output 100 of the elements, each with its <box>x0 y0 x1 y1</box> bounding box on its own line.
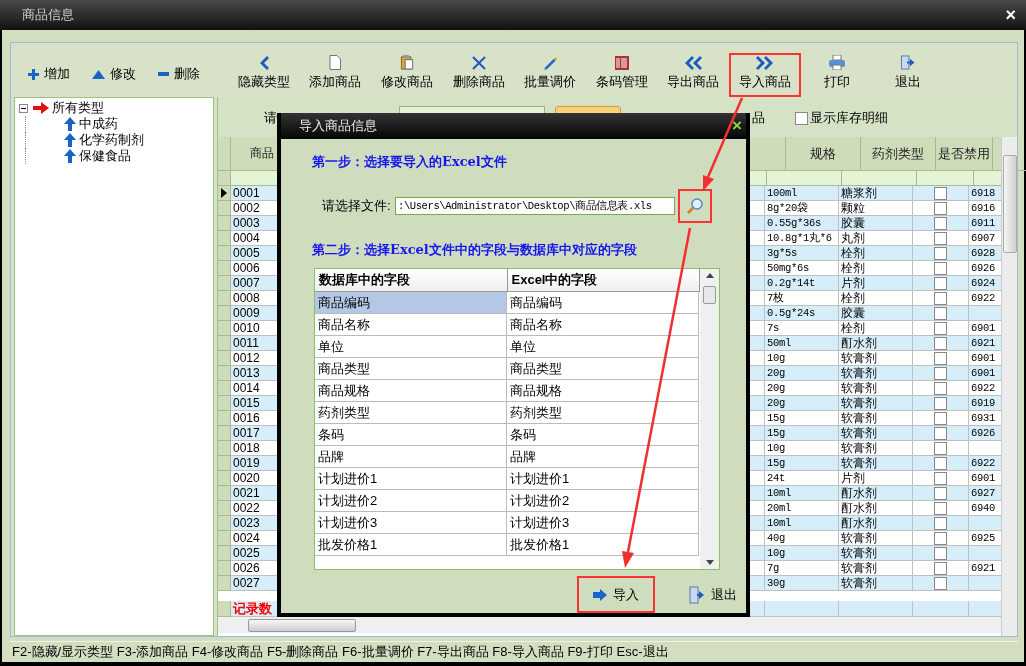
minus-icon <box>158 72 169 76</box>
record-count-label: 记录数 <box>233 601 272 616</box>
field-label: 请选择文件: <box>322 197 392 215</box>
exit-button[interactable]: 退出 <box>673 576 753 613</box>
toolbar-button[interactable]: 批量调价 <box>514 53 586 97</box>
checkbox[interactable] <box>934 516 947 530</box>
table-cell[interactable]: 商品类型 <box>315 358 507 380</box>
arrow-up-icon <box>64 117 76 131</box>
table-cell[interactable]: 药剂类型 <box>315 402 507 424</box>
checkbox[interactable] <box>934 441 947 455</box>
checkbox[interactable] <box>934 576 947 590</box>
checkbox[interactable] <box>934 426 947 440</box>
toolbar-button[interactable]: 修改 <box>92 65 136 83</box>
checkbox[interactable] <box>934 381 947 395</box>
checkbox[interactable] <box>934 546 947 560</box>
checkbox[interactable] <box>934 531 947 545</box>
table-cell[interactable]: 品牌 <box>315 446 507 468</box>
file-path-field[interactable]: :\Users\Administrator\Desktop\商品信息表.xls <box>395 197 675 215</box>
table-cell[interactable]: 商品类型 <box>507 358 699 380</box>
checkbox[interactable] <box>934 456 947 470</box>
table-cell[interactable]: 单位 <box>507 336 699 358</box>
table-cell: 6907 <box>971 232 995 244</box>
checkbox[interactable] <box>934 351 947 365</box>
table-cell[interactable]: 品牌 <box>507 446 699 468</box>
checkbox[interactable] <box>934 321 947 335</box>
close-button[interactable]: × <box>732 116 742 136</box>
table-cell[interactable]: 商品编码 <box>315 292 507 314</box>
checkbox[interactable] <box>934 261 947 275</box>
close-button[interactable]: × <box>1005 4 1016 26</box>
cross-icon <box>471 56 486 70</box>
pen-icon <box>542 55 559 70</box>
toolbar-button[interactable]: 条码管理 <box>585 53 658 97</box>
checkbox[interactable] <box>934 201 947 215</box>
checkbox[interactable] <box>934 486 947 500</box>
table-cell: 6922 <box>971 457 995 469</box>
status-bar: F2-隐藏/显示类型 F3-添加商品 F4-修改商品 F5-删除商品 F6-批量调价 F7-导出商品 F8-导入商品 F9-打印 Esc-退出 <box>10 641 1018 662</box>
search-icon <box>686 197 704 215</box>
checkbox[interactable] <box>934 291 947 305</box>
checkbox[interactable] <box>934 396 947 410</box>
table-cell[interactable]: 商品名称 <box>507 314 699 336</box>
horizontal-scrollbar[interactable] <box>218 617 1001 633</box>
table-cell: 6921 <box>971 562 995 574</box>
checkbox[interactable] <box>934 501 947 515</box>
checkbox[interactable] <box>934 246 947 260</box>
checkbox[interactable] <box>934 306 947 320</box>
toolbar-button[interactable]: 添加商品 <box>299 53 372 97</box>
toolbar-button[interactable]: 删除商品 <box>442 53 515 97</box>
toolbar-button[interactable]: 导入商品 <box>729 53 801 97</box>
toolbar-button[interactable]: 增加 <box>28 65 70 83</box>
row-header[interactable] <box>218 186 231 201</box>
scroll-thumb[interactable] <box>703 286 716 304</box>
checkbox[interactable] <box>795 111 808 125</box>
checkbox[interactable] <box>934 186 947 200</box>
printer-icon <box>828 55 845 70</box>
table-cell[interactable]: 商品规格 <box>507 380 699 402</box>
table-cell[interactable]: 计划进价3 <box>315 512 507 534</box>
toolbar-button[interactable]: 导出商品 <box>657 53 730 97</box>
checkbox[interactable] <box>934 276 947 290</box>
table-cell[interactable]: 单位 <box>315 336 507 358</box>
vertical-scrollbar[interactable] <box>1001 137 1017 636</box>
table-cell: 6926 <box>971 427 995 439</box>
table-cell[interactable]: 计划进价2 <box>507 490 699 512</box>
table-cell: 6924 <box>971 277 995 289</box>
collapse-icon[interactable] <box>19 103 28 113</box>
toolbar-button[interactable]: 删除 <box>158 65 200 83</box>
table-cell[interactable]: 计划进价2 <box>315 490 507 512</box>
table-cell[interactable]: 计划进价1 <box>507 468 699 490</box>
tree-item[interactable]: 保健食品 <box>79 147 131 165</box>
table-cell[interactable]: 条码 <box>507 424 699 446</box>
checkbox[interactable] <box>934 471 947 485</box>
table-cell[interactable]: 药剂类型 <box>507 402 699 424</box>
scroll-thumb[interactable] <box>1003 155 1017 253</box>
vertical-scrollbar[interactable] <box>700 269 719 569</box>
browse-button[interactable] <box>678 189 712 223</box>
tree-item[interactable]: 所有类型 <box>52 99 104 117</box>
toolbar-button[interactable]: 隐藏类型 <box>228 53 300 97</box>
toolbar-button[interactable]: 退出 <box>872 53 944 97</box>
import-button[interactable]: 导入 <box>577 576 655 613</box>
checkbox[interactable] <box>934 366 947 380</box>
table-cell[interactable]: 批发价格1 <box>315 534 507 556</box>
tree-item[interactable]: 化学药制剂 <box>79 131 144 149</box>
step-heading: 第一步：选择要导入的Excel文件 <box>312 153 508 171</box>
checkbox[interactable] <box>934 216 947 230</box>
chevron-left-icon <box>258 56 269 70</box>
table-cell[interactable]: 商品编码 <box>507 292 699 314</box>
toolbar-button[interactable]: 打印 <box>800 53 873 97</box>
tree-item[interactable]: 中成药 <box>79 115 118 133</box>
toolbar-button[interactable]: 修改商品 <box>371 53 443 97</box>
checkbox[interactable] <box>934 231 947 245</box>
arrow-up-icon <box>64 149 76 163</box>
table-cell[interactable]: 商品名称 <box>315 314 507 336</box>
checkbox[interactable] <box>934 411 947 425</box>
checkbox[interactable] <box>934 336 947 350</box>
table-cell[interactable]: 条码 <box>315 424 507 446</box>
table-cell[interactable]: 计划进价3 <box>507 512 699 534</box>
checkbox[interactable] <box>934 561 947 575</box>
table-cell[interactable]: 计划进价1 <box>315 468 507 490</box>
row-pointer-icon <box>221 188 227 198</box>
table-cell[interactable]: 商品规格 <box>315 380 507 402</box>
scroll-thumb[interactable] <box>248 619 356 632</box>
